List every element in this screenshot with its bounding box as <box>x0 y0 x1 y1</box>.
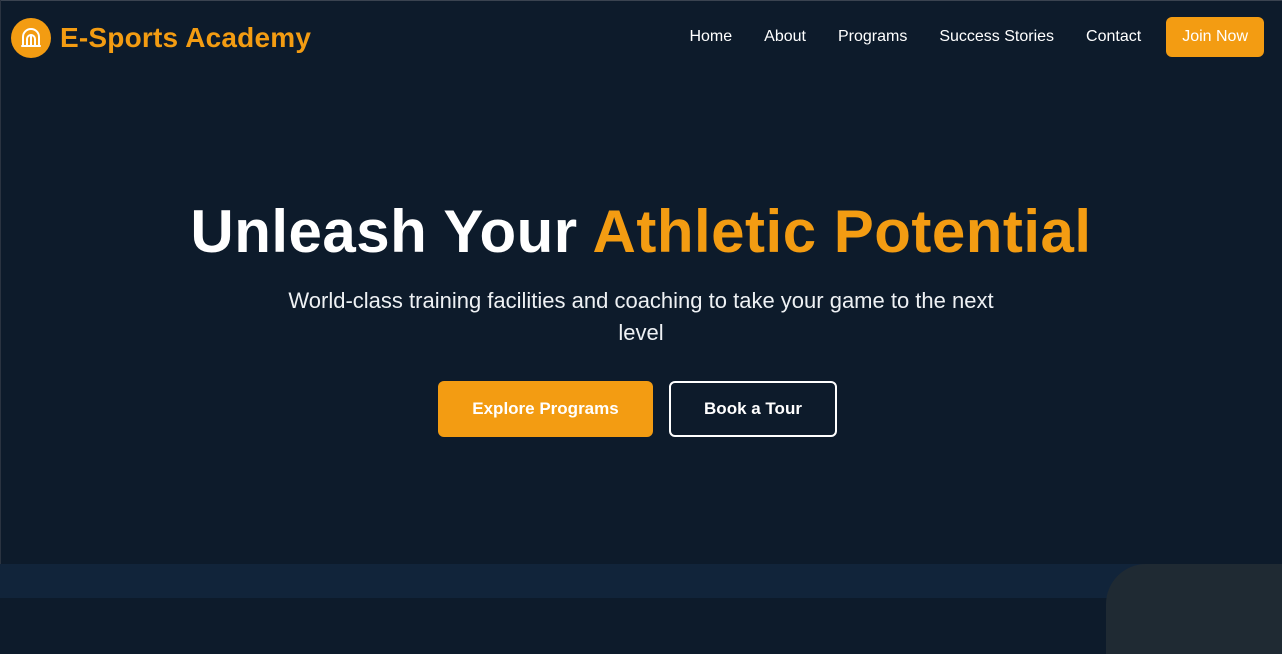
nav-success-stories[interactable]: Success Stories <box>939 17 1054 57</box>
nav-contact[interactable]: Contact <box>1086 17 1141 57</box>
window-left-border <box>0 0 1 598</box>
explore-programs-button[interactable]: Explore Programs <box>438 381 653 437</box>
join-now-button[interactable]: Join Now <box>1166 17 1264 57</box>
main-nav: Home About Programs Success Stories Cont… <box>689 17 1264 57</box>
stadium-arch-icon <box>11 18 51 58</box>
hero-title-accent: Athletic Potential <box>592 198 1092 265</box>
decorative-shape <box>1106 564 1282 654</box>
brand-name: E-Sports Academy <box>60 22 312 53</box>
book-a-tour-button[interactable]: Book a Tour <box>669 381 837 437</box>
hero-title: Unleash Your Athletic Potential <box>0 196 1282 268</box>
hero-title-main: Unleash Your <box>190 198 593 265</box>
hero-subtitle: World-class training facilities and coac… <box>288 288 994 345</box>
nav-programs[interactable]: Programs <box>838 17 907 57</box>
nav-about[interactable]: About <box>764 17 806 57</box>
brand-logo-link[interactable]: E-Sports Academy <box>11 18 311 58</box>
next-section-band <box>0 564 1282 598</box>
window-top-border <box>0 0 1282 1</box>
nav-home[interactable]: Home <box>689 17 732 57</box>
